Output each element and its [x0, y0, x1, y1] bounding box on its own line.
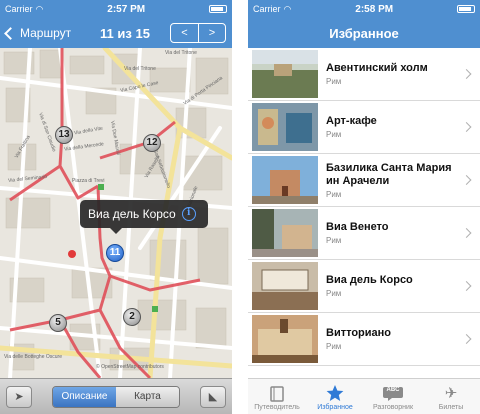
bottom-toolbar: ➤ Описание Карта ◣ — [0, 378, 232, 414]
tab-favorites[interactable]: Избранное — [306, 379, 364, 414]
carrier-label: Carrier ◠ — [5, 3, 44, 15]
favorites-screen: Carrier ◠ 2:58 PM Избранное Авентинский … — [248, 0, 480, 414]
item-title: Виа Венето — [326, 221, 389, 233]
locate-button[interactable]: ➤ — [6, 385, 32, 408]
phrasebook-badge: ABC — [386, 387, 400, 393]
thumbnail-image — [252, 315, 318, 363]
prev-button[interactable]: < — [171, 24, 198, 42]
map-attribution: © OpenStreetMap contributors — [96, 364, 164, 370]
nav-bar: Маршрут 11 из 15 < > — [0, 18, 232, 48]
list-item[interactable]: Виа Венето Рим — [248, 207, 480, 260]
callout-title: Виа дель Корсо — [88, 207, 176, 221]
page-curl-button[interactable]: ◣ — [200, 385, 226, 408]
speech-bubble-icon: ABC — [382, 384, 404, 402]
thumbnail-image — [252, 103, 318, 151]
tab-label: Билеты — [438, 404, 464, 411]
favorites-list: Авентинский холм Рим Арт-кафе Рим Базилика… — [248, 48, 480, 366]
info-icon[interactable]: i — [181, 207, 196, 221]
thumbnail-image — [252, 50, 318, 98]
page-curl-icon: ◣ — [208, 391, 218, 403]
status-time: 2:57 PM — [107, 3, 146, 15]
item-title: Витториано — [326, 327, 392, 339]
list-item[interactable]: Авентинский холм Рим — [248, 48, 480, 101]
list-item[interactable]: Витториано Рим — [248, 313, 480, 366]
nav-bar: Избранное — [248, 18, 480, 48]
street-label: Piazza di Trevi — [72, 178, 105, 184]
item-subtitle: Рим — [326, 289, 342, 298]
back-label: Маршрут — [20, 26, 72, 40]
street-label: Via del Tritone — [124, 66, 156, 72]
back-button[interactable]: Маршрут — [0, 26, 80, 40]
prev-next-control: < > — [170, 23, 226, 43]
battery-icon — [209, 5, 227, 13]
page-counter: 11 из 15 — [100, 25, 150, 41]
route-pin-selected[interactable]: 11 — [106, 244, 124, 262]
airplane-icon: ✈ — [444, 385, 458, 402]
item-subtitle: Рим — [326, 236, 342, 245]
street-label: Via del Tritone — [165, 50, 197, 56]
tab-label: Путеводитель — [254, 404, 300, 411]
route-pin[interactable]: 13 — [55, 126, 73, 144]
thumbnail-image — [252, 209, 318, 257]
tab-label: Разговорник — [372, 404, 414, 411]
thumbnail-image — [252, 156, 318, 204]
thumbnail-image — [252, 262, 318, 310]
segment-map[interactable]: Карта — [116, 386, 179, 407]
map-view[interactable]: Via del Tritone Via del Tritone Via Due … — [0, 48, 232, 378]
chevron-left-icon — [4, 26, 17, 40]
item-title: Виа дель Корсо — [326, 274, 413, 286]
list-item[interactable]: Виа дель Корсо Рим — [248, 260, 480, 313]
item-subtitle: Рим — [326, 77, 342, 86]
map-screen: Carrier ◠ 2:57 PM Маршрут 11 из 15 < > V… — [0, 0, 232, 414]
route-pin[interactable]: 12 — [143, 134, 161, 152]
item-title: Базилика Санта Мария ин Арачели — [326, 161, 452, 187]
status-time: 2:58 PM — [355, 3, 394, 15]
list-item[interactable]: Арт-кафе Рим — [248, 101, 480, 154]
tab-bar: Путеводитель Избранное ABC Разговорник ✈… — [248, 378, 480, 414]
tab-label: Избранное — [317, 404, 353, 411]
carrier-label: Carrier ◠ — [253, 3, 292, 15]
tab-guide[interactable]: Путеводитель — [248, 379, 306, 414]
tab-phrasebook[interactable]: ABC Разговорник — [364, 379, 422, 414]
street-label: Via delle Botteghe Oscure — [4, 354, 63, 360]
item-subtitle: Рим — [326, 342, 342, 351]
location-arrow-icon: ➤ — [14, 391, 24, 403]
map-callout[interactable]: Виа дель Корсо i — [80, 200, 208, 234]
route-pin[interactable]: 2 — [123, 308, 141, 326]
item-title: Арт-кафе — [326, 115, 377, 127]
page-title: Избранное — [329, 25, 399, 41]
segment-description[interactable]: Описание — [53, 386, 116, 407]
status-bar: Carrier ◠ 2:58 PM — [248, 0, 480, 18]
next-button[interactable]: > — [198, 24, 225, 42]
item-subtitle: Рим — [326, 130, 342, 139]
book-icon — [270, 384, 284, 402]
battery-icon — [457, 5, 475, 13]
tab-tickets[interactable]: ✈ Билеты — [422, 379, 480, 414]
wifi-icon: ◠ — [283, 3, 292, 14]
item-subtitle: Рим — [326, 189, 342, 199]
status-bar: Carrier ◠ 2:57 PM — [0, 0, 232, 18]
route-pin[interactable]: 5 — [49, 314, 67, 332]
item-title: Авентинский холм — [326, 62, 428, 74]
wifi-icon: ◠ — [35, 3, 44, 14]
star-icon — [326, 384, 344, 402]
view-segmented-control: Описание Карта — [52, 385, 180, 408]
list-item[interactable]: Базилика Санта Мария ин Арачели Рим — [248, 154, 480, 207]
